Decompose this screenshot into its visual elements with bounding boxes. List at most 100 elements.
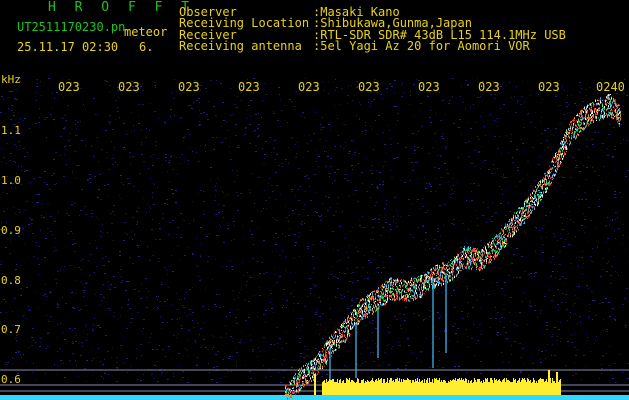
noise-speck [288, 163, 289, 164]
noise-speck [291, 191, 293, 192]
noise-speck [369, 186, 370, 187]
trace-pixel [297, 375, 298, 377]
noise-speck [52, 107, 53, 108]
noise-speck [181, 154, 183, 155]
trace-pixel [494, 254, 495, 257]
noise-speck [519, 343, 521, 344]
trace-pixel [526, 208, 527, 211]
trace-pixel [456, 260, 457, 261]
trace-pixel [461, 256, 462, 258]
trace-pixel [440, 270, 441, 272]
noise-speck [102, 258, 104, 259]
trace-pixel [296, 383, 297, 385]
noise-speck [614, 230, 615, 231]
baseline-band [0, 395, 629, 400]
noise-speck [136, 358, 137, 359]
noise-speck [293, 310, 294, 311]
noise-speck [328, 197, 330, 198]
noise-speck [243, 275, 244, 276]
noise-speck [143, 319, 145, 320]
trace-pixel [316, 356, 317, 358]
noise-speck [55, 250, 57, 251]
noise-speck [40, 342, 41, 343]
trace-pixel [386, 300, 387, 303]
trace-pixel [415, 277, 416, 279]
noise-speck [404, 92, 405, 93]
trace-pixel [455, 262, 456, 264]
trace-pixel [440, 267, 441, 269]
noise-speck [427, 210, 428, 211]
noise-speck [51, 175, 53, 176]
noise-speck [193, 102, 195, 103]
trace-pixel [357, 315, 358, 318]
noise-speck [397, 113, 399, 114]
noise-speck [352, 100, 354, 101]
trace-pixel [342, 325, 343, 328]
noise-speck [20, 118, 21, 119]
trace-pixel [471, 255, 472, 257]
noise-speck [335, 277, 337, 278]
noise-speck [14, 98, 16, 99]
noise-speck [172, 304, 173, 305]
trace-pixel [516, 220, 517, 222]
noise-speck [263, 314, 265, 315]
trace-pixel [303, 371, 304, 374]
noise-speck [548, 221, 549, 222]
noise-speck [343, 148, 345, 149]
trace-pixel [298, 372, 299, 375]
noise-speck [293, 360, 295, 361]
trace-pixel [320, 367, 321, 369]
noise-speck [171, 319, 173, 320]
noise-speck [22, 228, 24, 229]
noise-speck [80, 355, 82, 356]
noise-speck [452, 96, 453, 97]
noise-speck [249, 143, 251, 144]
noise-speck [236, 365, 237, 366]
noise-speck [74, 354, 75, 355]
noise-speck [507, 111, 508, 112]
trace-pixel [297, 379, 298, 381]
noise-speck [295, 242, 297, 243]
noise-speck [396, 226, 398, 227]
trace-pixel [511, 222, 512, 224]
noise-speck [87, 334, 88, 335]
noise-speck [62, 363, 64, 364]
trace-pixel [531, 195, 532, 197]
noise-speck [521, 96, 523, 97]
noise-speck [294, 234, 296, 235]
trace-pixel [427, 288, 428, 290]
noise-speck [523, 363, 524, 364]
trace-pixel [401, 279, 402, 281]
noise-speck [508, 275, 510, 276]
noise-speck [330, 147, 331, 148]
trace-pixel [357, 324, 358, 326]
noise-speck [471, 200, 473, 201]
noise-speck [397, 143, 399, 144]
noise-speck [229, 312, 231, 313]
antenna-label: Receiving antenna [179, 39, 302, 53]
noise-speck [60, 117, 61, 118]
noise-speck [90, 182, 91, 183]
noise-speck [331, 266, 332, 267]
noise-speck [254, 203, 255, 204]
noise-speck [123, 123, 125, 124]
noise-speck [120, 269, 122, 270]
trace-pixel [333, 339, 334, 341]
trace-pixel [461, 253, 462, 255]
trace-pixel [442, 266, 443, 268]
noise-speck [77, 135, 78, 136]
noise-speck [583, 263, 584, 264]
noise-speck [41, 217, 42, 218]
noise-speck [566, 102, 568, 103]
trace-pixel [506, 240, 507, 243]
trace-pixel [468, 265, 469, 267]
trace-pixel [370, 297, 371, 300]
noise-speck [84, 368, 86, 369]
noise-speck [16, 89, 17, 90]
trace-pixel [367, 307, 368, 310]
trace-pixel [315, 368, 316, 371]
noise-speck [80, 260, 82, 261]
noise-speck [97, 197, 99, 198]
noise-speck [429, 310, 430, 311]
noise-speck [480, 240, 482, 241]
